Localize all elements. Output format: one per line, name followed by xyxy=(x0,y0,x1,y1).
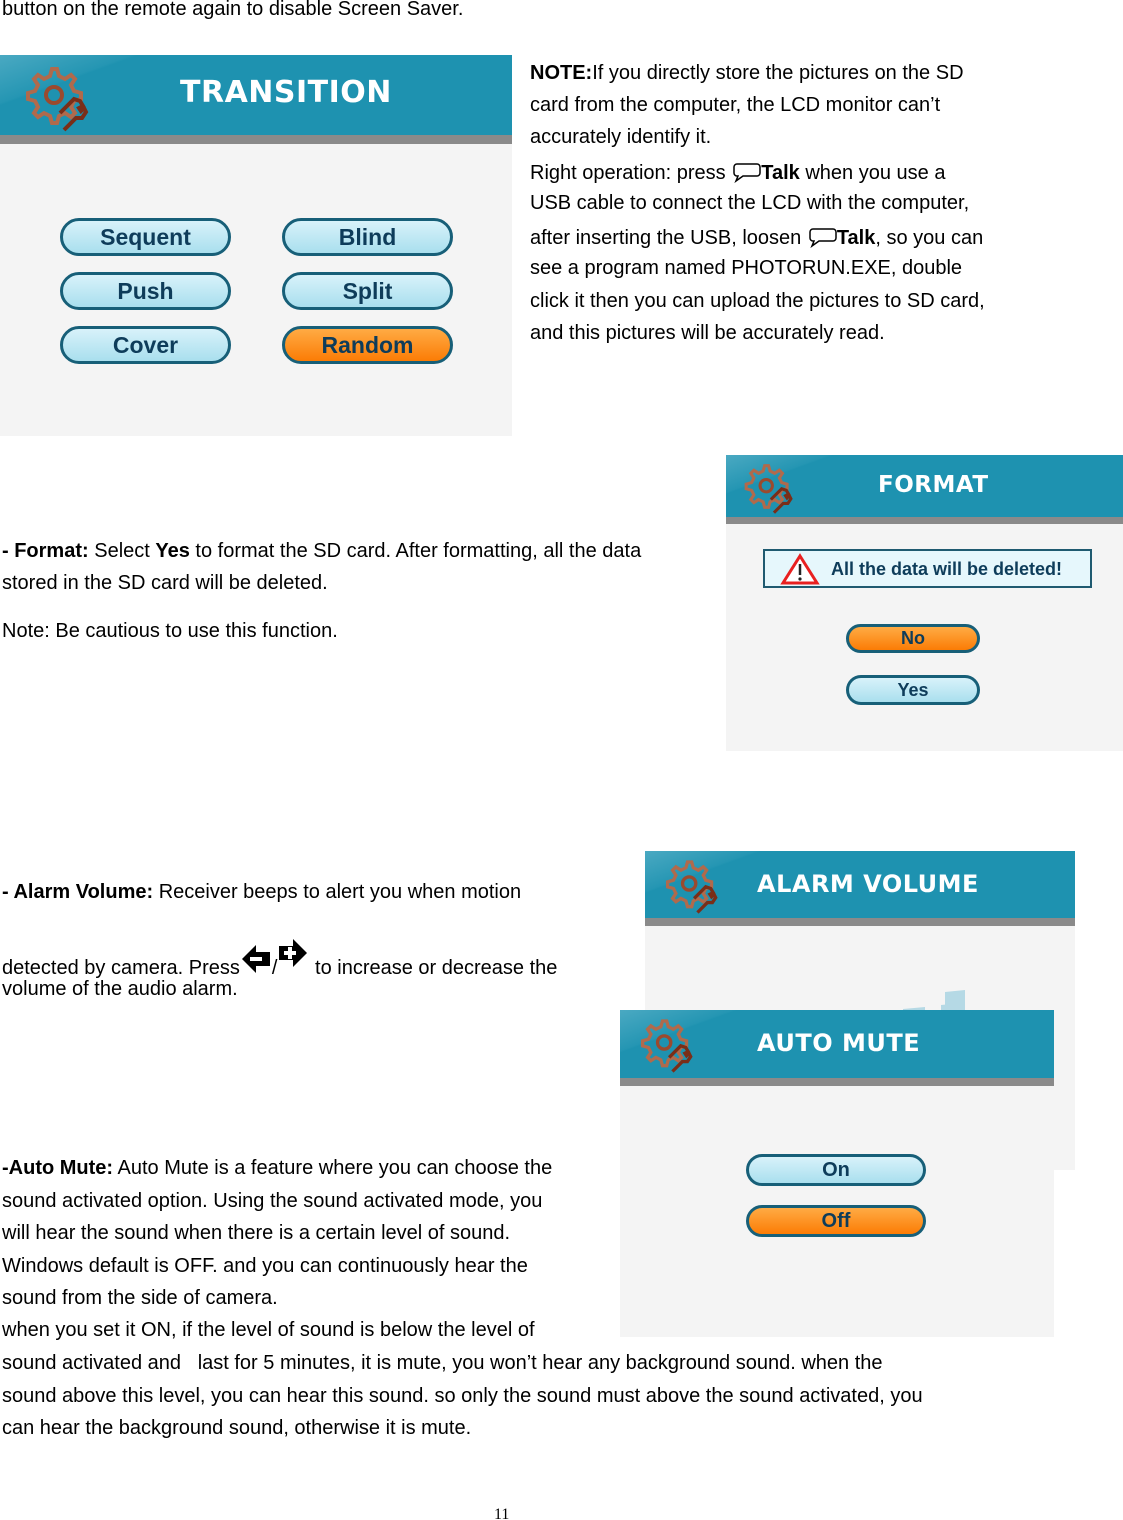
warning-icon xyxy=(780,553,820,585)
note-label: NOTE: xyxy=(530,62,593,84)
alarm-text: detected by camera. Press xyxy=(2,957,240,979)
split-button[interactable]: Split xyxy=(282,272,453,310)
gear-wrench-icon xyxy=(640,1019,693,1074)
alarm-text: Receiver beeps to alert you when motion xyxy=(153,881,522,903)
yes-button[interactable]: Yes xyxy=(846,675,980,705)
automute-line: Windows default is OFF. and you can cont… xyxy=(2,1255,528,1277)
blind-button[interactable]: Blind xyxy=(282,218,453,256)
alarm-line: - Alarm Volume: Receiver beeps to alert … xyxy=(2,881,521,903)
format-label: - Format: xyxy=(2,540,89,562)
automute-line: will hear the sound when there is a cert… xyxy=(2,1222,511,1244)
note-line: Right operation: press Talk when you use… xyxy=(530,161,945,184)
warning-text: All the data will be deleted! xyxy=(831,559,1063,579)
divider xyxy=(0,135,512,144)
note-text: If you directly store the pictures on th… xyxy=(592,62,964,84)
note-line: card from the computer, the LCD monitor … xyxy=(530,94,941,116)
note-text: after inserting the USB, loosen xyxy=(530,227,807,249)
alarm-label: - Alarm Volume: xyxy=(2,881,154,903)
panel-title: AUTO MUTE xyxy=(757,1029,921,1057)
format-text: to format the SD card. After formatting,… xyxy=(189,540,642,562)
format-panel: FORMAT All the data will be deleted! No … xyxy=(726,455,1123,751)
panel-title: TRANSITION xyxy=(180,75,392,110)
automute-line: sound from the side of camera. xyxy=(2,1287,278,1309)
off-button[interactable]: Off xyxy=(746,1205,926,1237)
automute-line: -Auto Mute: Auto Mute is a feature where… xyxy=(2,1157,552,1179)
cover-button[interactable]: Cover xyxy=(60,326,231,364)
note-text: Right operation: press xyxy=(530,162,732,184)
note-text: , so you can xyxy=(875,227,984,249)
push-button[interactable]: Push xyxy=(60,272,231,310)
note-line: click it then you can upload the picture… xyxy=(530,290,985,312)
automute-line: when you set it ON, if the level of soun… xyxy=(2,1319,535,1341)
alarm-line: detected by camera. Press / to increase o… xyxy=(2,936,557,979)
plus-arrow-icon xyxy=(279,939,308,967)
alarm-line: volume of the audio alarm. xyxy=(2,978,238,1000)
format-note: Note: Be cautious to use this function. xyxy=(2,620,338,642)
panel-title: ALARM VOLUME xyxy=(757,870,979,898)
intro-text: button on the remote again to disable Sc… xyxy=(2,0,464,20)
divider xyxy=(645,918,1075,926)
note-line: see a program named PHOTORUN.EXE, double xyxy=(530,257,963,279)
note-line: and this pictures will be accurately rea… xyxy=(530,322,885,344)
warning-box: All the data will be deleted! xyxy=(763,549,1092,588)
divider xyxy=(726,517,1123,524)
on-button[interactable]: On xyxy=(746,1154,926,1186)
format-text: Select xyxy=(88,540,156,562)
format-line: stored in the SD card will be deleted. xyxy=(2,572,328,594)
note-line: accurately identify it. xyxy=(530,126,712,148)
gear-wrench-icon xyxy=(744,464,793,515)
manual-page: button on the remote again to disable Sc… xyxy=(0,0,1123,1520)
gear-wrench-icon xyxy=(665,860,718,915)
automute-label: -Auto Mute: xyxy=(2,1157,114,1179)
talk-label: Talk xyxy=(761,162,800,184)
note-text: when you use a xyxy=(799,162,946,184)
automute-line: sound above this level, you can hear thi… xyxy=(2,1385,923,1407)
talk-label: Talk xyxy=(836,227,876,249)
page-number: 11 xyxy=(494,1506,510,1520)
random-button[interactable]: Random xyxy=(282,326,453,364)
note-line: after inserting the USB, loosen Talk, so… xyxy=(530,226,983,249)
talk-bubble-icon xyxy=(809,228,837,248)
automute-text: Auto Mute is a feature where you can cho… xyxy=(113,1157,553,1179)
minus-arrow-icon xyxy=(241,945,270,973)
automute-line: can hear the background sound, otherwise… xyxy=(2,1417,472,1439)
panel-title: FORMAT xyxy=(878,472,989,498)
gear-wrench-icon xyxy=(26,67,88,132)
no-button[interactable]: No xyxy=(846,624,980,653)
format-line: - Format: Select Yes to format the SD ca… xyxy=(2,540,641,562)
alarm-text: to increase or decrease the xyxy=(309,957,558,979)
note-line: NOTE:If you directly store the pictures … xyxy=(530,62,964,84)
sequent-button[interactable]: Sequent xyxy=(60,218,231,256)
divider xyxy=(620,1078,1054,1086)
talk-bubble-icon xyxy=(733,163,761,183)
automute-line: sound activated and last for 5 minutes, … xyxy=(2,1352,883,1374)
transition-panel: TRANSITION Sequent Blind Push Split Cove… xyxy=(0,55,512,436)
note-line: USB cable to connect the LCD with the co… xyxy=(530,192,970,214)
auto-mute-panel: AUTO MUTE On Off xyxy=(620,1010,1054,1337)
automute-line: sound activated option. Using the sound … xyxy=(2,1190,543,1212)
yes-label: Yes xyxy=(155,540,190,562)
